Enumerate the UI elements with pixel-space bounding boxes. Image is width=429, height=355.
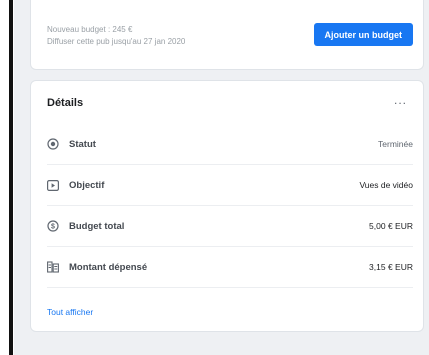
details-title: Détails (47, 97, 84, 109)
more-options-button[interactable]: ... (394, 93, 407, 107)
spent-value: 3,15 € EUR (369, 262, 413, 272)
new-budget-text: Nouveau budget : 245 € (47, 25, 133, 34)
status-label: Statut (69, 138, 96, 150)
add-budget-button[interactable]: Ajouter un budget (313, 23, 413, 46)
budget-icon: $ (47, 220, 59, 232)
objective-icon (47, 179, 59, 191)
objective-value: Vues de vidéo (359, 180, 413, 190)
status-value: Terminée (378, 139, 413, 149)
show-all-link[interactable]: Tout afficher (47, 307, 93, 317)
svg-text:$: $ (51, 224, 55, 231)
budget-info: Nouveau budget : 245 € Diffuser cette pu… (47, 24, 185, 48)
budget-card: Nouveau budget : 245 € Diffuser cette pu… (30, 0, 424, 70)
left-edge (0, 0, 14, 355)
budget-label: Budget total (69, 220, 125, 232)
schedule-text: Diffuser cette pub jusqu'au 27 jan 2020 (47, 37, 186, 46)
left-divider (9, 0, 13, 355)
details-row-budget: $ Budget total 5,00 € EUR (47, 206, 413, 247)
spent-label: Montant dépensé (69, 261, 148, 273)
status-icon (47, 138, 59, 150)
budget-value: 5,00 € EUR (369, 221, 413, 231)
objective-label: Objectif (69, 179, 105, 191)
details-row-objective: Objectif Vues de vidéo (47, 165, 413, 206)
details-card: Détails ... Statut Terminée Objectif Vue… (30, 80, 424, 332)
spent-icon (47, 261, 59, 273)
details-row-spent: Montant dépensé 3,15 € EUR (47, 247, 413, 288)
details-row-status: Statut Terminée (47, 124, 413, 165)
